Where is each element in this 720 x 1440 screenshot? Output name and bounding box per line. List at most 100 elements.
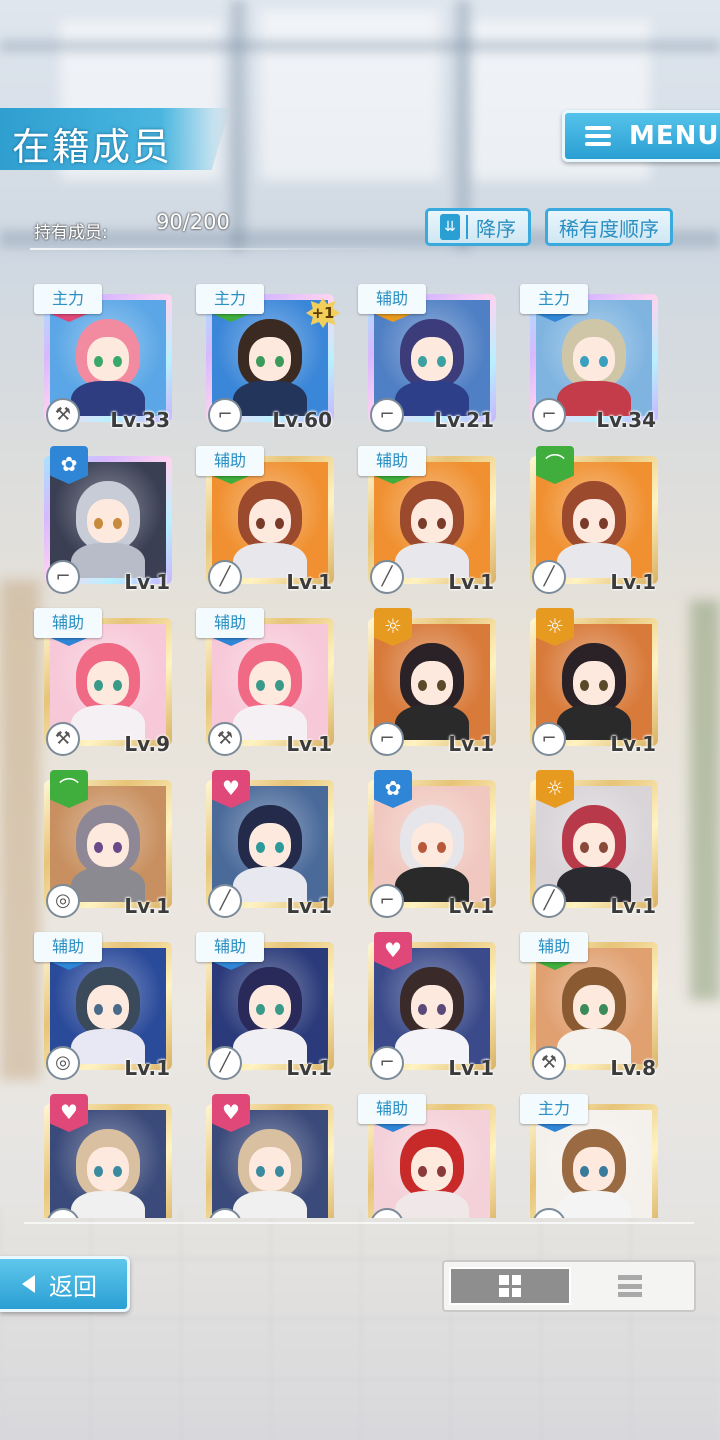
member-card[interactable]: ♥ ╱ Lv.1 (192, 754, 332, 918)
card-level: Lv.1 (286, 732, 332, 756)
member-card[interactable]: ✿ ⌐ Lv.1 (30, 430, 170, 594)
rifle-weapon-icon: ⌐ (532, 398, 566, 432)
menu-label: MENU (629, 121, 720, 151)
card-level: Lv.1 (124, 570, 170, 594)
member-count-value: 90/200 (156, 210, 230, 234)
card-level: Lv.1 (124, 1056, 170, 1080)
member-count-label: 持有成员: (34, 223, 108, 243)
sniper-weapon-icon: ╱ (208, 1046, 242, 1080)
hamburger-icon (585, 126, 611, 146)
card-level: Lv.1 (610, 732, 656, 756)
member-card[interactable]: ✿辅助⚒Lv.9 (30, 592, 170, 756)
sniper-weapon-icon: ╱ (532, 560, 566, 594)
role-badge: 辅助 (196, 932, 264, 962)
role-badge: 辅助 (358, 284, 426, 314)
member-card[interactable]: ✿辅助⌐ (354, 1078, 494, 1218)
member-card[interactable]: ✿主力⌐Lv.34 (516, 268, 656, 432)
card-level: Lv.33 (110, 408, 170, 432)
rifle-weapon-icon: ⌐ (370, 398, 404, 432)
rifle-weapon-icon: ⌐ (370, 722, 404, 756)
card-level: Lv.21 (434, 408, 494, 432)
card-level: Lv.9 (124, 732, 170, 756)
member-card[interactable]: ⌒ ◎ Lv.1 (30, 754, 170, 918)
sort-order-button[interactable]: ⇊ 降序 (425, 208, 531, 246)
card-level: Lv.1 (610, 894, 656, 918)
member-card[interactable]: ⌒辅助⚒Lv.8 (516, 916, 656, 1080)
list-view-button[interactable] (571, 1267, 689, 1305)
card-level: Lv.1 (448, 1056, 494, 1080)
card-level: Lv.1 (286, 894, 332, 918)
member-card[interactable]: ✿ ⌐ Lv.1 (354, 754, 494, 918)
sniper-weapon-icon: ╱ (208, 560, 242, 594)
rifle-weapon-icon: ⌐ (370, 884, 404, 918)
member-card[interactable]: ✿辅助╱Lv.1 (192, 916, 332, 1080)
grid-view-button[interactable] (449, 1267, 571, 1305)
divider (24, 1222, 694, 1224)
role-badge: 辅助 (196, 608, 264, 638)
shield-weapon-icon: ◎ (46, 884, 80, 918)
member-card[interactable]: ☼ ⌐ Lv.1 (354, 592, 494, 756)
member-card[interactable]: ☼ ⌐ Lv.1 (516, 592, 656, 756)
member-card[interactable]: ♥ ⌐ Lv.1 (354, 916, 494, 1080)
sniper-weapon-icon: ╱ (370, 560, 404, 594)
rifle-weapon-icon: ⌐ (370, 1046, 404, 1080)
page-title: 在籍成员 (12, 125, 173, 169)
member-card[interactable]: ⌒辅助╱Lv.1 (192, 430, 332, 594)
sniper-weapon-icon: ╱ (532, 884, 566, 918)
sort-rarity-button[interactable]: 稀有度顺序 (545, 208, 673, 246)
member-card[interactable]: ⌒ ╱ Lv.1 (516, 430, 656, 594)
role-badge: 主力 (520, 284, 588, 314)
role-badge: 辅助 (34, 932, 102, 962)
view-toggle (442, 1260, 696, 1312)
card-level: Lv.1 (610, 570, 656, 594)
role-badge: 辅助 (358, 446, 426, 476)
separator (466, 215, 468, 239)
member-card[interactable]: ☼辅助⌐Lv.21 (354, 268, 494, 432)
rifle-weapon-icon: ⌐ (532, 722, 566, 756)
role-badge: 辅助 (358, 1094, 426, 1124)
card-level: Lv.1 (448, 894, 494, 918)
role-badge: 辅助 (196, 446, 264, 476)
back-label: 返回 (49, 1272, 97, 1301)
role-badge: 主力 (34, 284, 102, 314)
sort-order-label: 降序 (476, 216, 516, 241)
divider (30, 248, 410, 250)
back-button[interactable]: 返回 (0, 1256, 130, 1312)
member-card[interactable]: ✿辅助⚒Lv.1 (192, 592, 332, 756)
member-card[interactable]: ⌒主力+1⌐Lv.60 (192, 268, 340, 432)
list-view-icon (618, 1275, 642, 1297)
role-badge: 辅助 (34, 608, 102, 638)
grid-view-icon (499, 1275, 521, 1297)
role-badge: 主力 (196, 284, 264, 314)
card-level: Lv.1 (448, 570, 494, 594)
member-card[interactable]: ♥⌐ (192, 1078, 332, 1218)
rifle-weapon-icon: ⌐ (208, 398, 242, 432)
sort-rarity-label: 稀有度顺序 (559, 216, 659, 241)
member-card[interactable]: ⌒辅助╱Lv.1 (354, 430, 494, 594)
shield-weapon-icon: ◎ (46, 1046, 80, 1080)
menu-button[interactable]: MENU (562, 110, 720, 162)
hammer-weapon-icon: ⚒ (46, 722, 80, 756)
hammer-weapon-icon: ⚒ (208, 722, 242, 756)
member-card[interactable]: ♥⌐ (30, 1078, 170, 1218)
card-level: Lv.8 (610, 1056, 656, 1080)
hammer-weapon-icon: ⚒ (532, 1046, 566, 1080)
member-grid: ♥主力⚒Lv.33⌒主力+1⌐Lv.60☼辅助⌐Lv.21✿主力⌐Lv.34✿⌐… (30, 268, 690, 1218)
member-card[interactable]: ✿主力⌐ (516, 1078, 656, 1218)
card-level: Lv.1 (124, 894, 170, 918)
role-badge: 辅助 (520, 932, 588, 962)
chevron-down-double-icon: ⇊ (440, 214, 460, 240)
role-badge: 主力 (520, 1094, 588, 1124)
rifle-weapon-icon: ⌐ (46, 560, 80, 594)
card-level: Lv.34 (596, 408, 656, 432)
member-card[interactable]: ✿辅助◎Lv.1 (30, 916, 170, 1080)
member-card[interactable]: ☼ ╱ Lv.1 (516, 754, 656, 918)
sniper-weapon-icon: ╱ (208, 884, 242, 918)
card-level: Lv.1 (286, 1056, 332, 1080)
back-arrow-icon (22, 1275, 35, 1293)
card-level: Lv.1 (448, 732, 494, 756)
member-card[interactable]: ♥主力⚒Lv.33 (30, 268, 170, 432)
card-level: Lv.1 (286, 570, 332, 594)
card-level: Lv.60 (272, 408, 332, 432)
hammer-weapon-icon: ⚒ (46, 398, 80, 432)
